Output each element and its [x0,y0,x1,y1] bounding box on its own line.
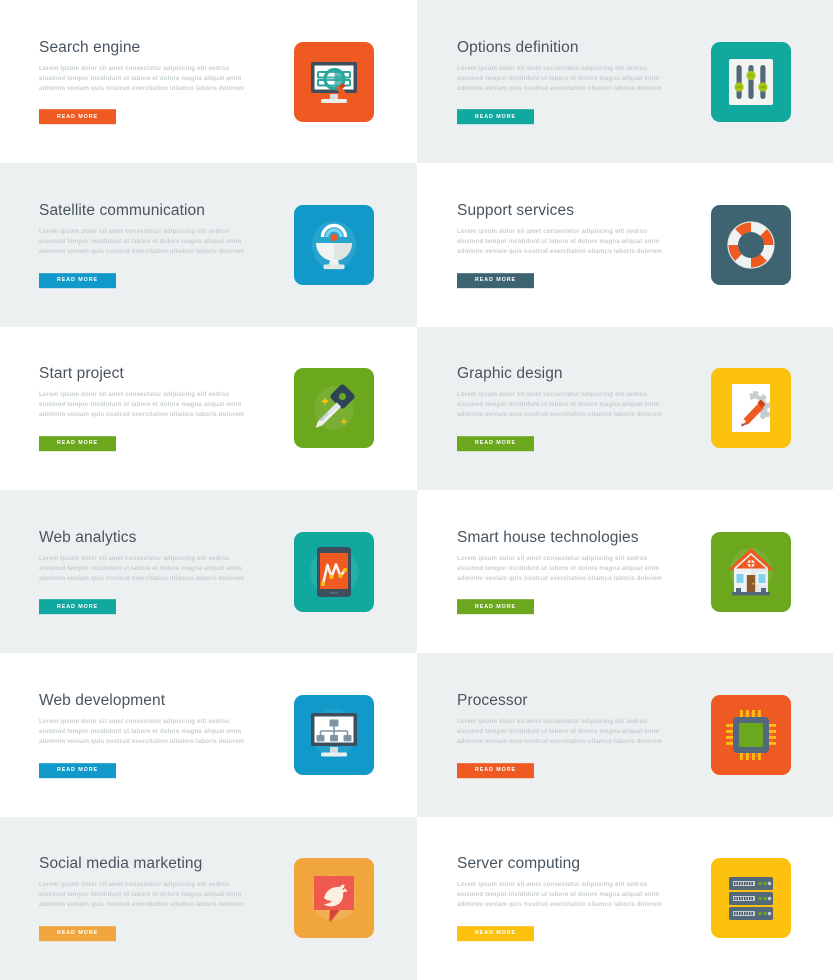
card-text-block: Start project Lorem ipsum dolor sit amet… [39,365,269,452]
card-text-block: Processor Lorem ipsum dolor sit amet con… [457,692,687,778]
feature-card-social-media-marketing: Social media marketing Lorem ipsum dolor… [0,816,417,980]
card-title: Server computing [457,855,581,873]
card-title: Search engine [39,38,141,56]
read-more-button[interactable]: READ MORE [457,436,534,452]
card-title: Support services [457,202,575,220]
card-description: Lorem ipsum dolor sit amet consectetur a… [457,228,663,256]
feature-card-web-development: Web development Lorem ipsum dolor sit am… [0,653,417,817]
card-text-block: Satellite communication Lorem ipsum dolo… [39,202,269,288]
feature-card-search-engine: Search engine Lorem ipsum dolor sit amet… [0,0,417,164]
tablet-chart-icon [294,531,374,612]
read-more-button[interactable]: READ MORE [39,762,116,778]
card-text-block: Support services Lorem ipsum dolor sit a… [457,202,687,288]
card-title: Social media marketing [39,855,203,873]
card-description: Lorem ipsum dolor sit amet consectetur a… [39,391,245,419]
card-title: Options definition [457,38,579,56]
bird-speech-bubble-icon [294,858,374,939]
card-title: Web analytics [39,528,137,546]
read-more-button[interactable]: READ MORE [39,109,116,125]
cpu-chip-icon [711,694,791,775]
lifebuoy-icon [711,204,791,285]
card-title: Smart house technologies [457,528,639,546]
read-more-button[interactable]: READ MORE [457,272,534,288]
house-icon [711,531,791,612]
sliders-icon [711,41,791,122]
card-title: Satellite communication [39,202,205,220]
card-description: Lorem ipsum dolor sit amet consectetur a… [457,391,663,419]
card-description: Lorem ipsum dolor sit amet consectetur a… [457,554,663,582]
read-more-button[interactable]: READ MORE [39,599,116,615]
read-more-button[interactable]: READ MORE [457,109,534,125]
feature-card-support-services: Support services Lorem ipsum dolor sit a… [417,163,833,327]
feature-card-processor: Processor Lorem ipsum dolor sit amet con… [417,653,833,817]
feature-card-satellite-communication: Satellite communication Lorem ipsum dolo… [0,163,417,327]
feature-card-web-analytics: Web analytics Lorem ipsum dolor sit amet… [0,489,417,654]
card-description: Lorem ipsum dolor sit amet consectetur a… [39,64,245,92]
feature-card-start-project: Start project Lorem ipsum dolor sit amet… [0,326,417,490]
card-description: Lorem ipsum dolor sit amet consectetur a… [39,228,245,256]
monitor-search-icon [294,41,374,122]
card-text-block: Graphic design Lorem ipsum dolor sit ame… [457,365,687,452]
card-text-block: Smart house technologies Lorem ipsum dol… [457,529,687,615]
read-more-button[interactable]: READ MORE [39,436,116,452]
card-text-block: Search engine Lorem ipsum dolor sit amet… [39,39,269,125]
read-more-button[interactable]: READ MORE [457,926,534,942]
feature-card-options-definition: Options definition Lorem ipsum dolor sit… [417,0,833,164]
card-text-block: Server computing Lorem ipsum dolor sit a… [457,855,687,942]
key-icon [294,368,374,449]
card-description: Lorem ipsum dolor sit amet consectetur a… [39,881,245,909]
card-text-block: Social media marketing Lorem ipsum dolor… [39,855,269,942]
read-more-button[interactable]: READ MORE [457,762,534,778]
card-title: Graphic design [457,365,563,383]
satellite-dish-icon [294,204,374,285]
card-description: Lorem ipsum dolor sit amet consectetur a… [39,554,245,582]
card-title: Web development [39,692,166,710]
server-rack-icon [711,858,791,939]
read-more-button[interactable]: READ MORE [39,272,116,288]
card-title: Start project [39,365,124,383]
card-description: Lorem ipsum dolor sit amet consectetur a… [457,718,663,746]
sitemap-monitor-icon [294,694,374,775]
card-text-block: Web analytics Lorem ipsum dolor sit amet… [39,529,269,615]
read-more-button[interactable]: READ MORE [457,599,534,615]
feature-card-grid: Search engine Lorem ipsum dolor sit amet… [0,0,833,980]
card-description: Lorem ipsum dolor sit amet consectetur a… [457,881,663,909]
card-text-block: Web development Lorem ipsum dolor sit am… [39,692,269,778]
card-title: Processor [457,692,528,710]
card-description: Lorem ipsum dolor sit amet consectetur a… [457,64,663,92]
feature-card-server-computing: Server computing Lorem ipsum dolor sit a… [417,816,833,980]
card-description: Lorem ipsum dolor sit amet consectetur a… [39,718,245,746]
feature-card-smart-house-technologies: Smart house technologies Lorem ipsum dol… [417,489,833,654]
read-more-button[interactable]: READ MORE [39,926,116,942]
feature-card-graphic-design: Graphic design Lorem ipsum dolor sit ame… [417,326,833,490]
card-text-block: Options definition Lorem ipsum dolor sit… [457,39,687,125]
gear-pencil-icon [711,368,791,449]
